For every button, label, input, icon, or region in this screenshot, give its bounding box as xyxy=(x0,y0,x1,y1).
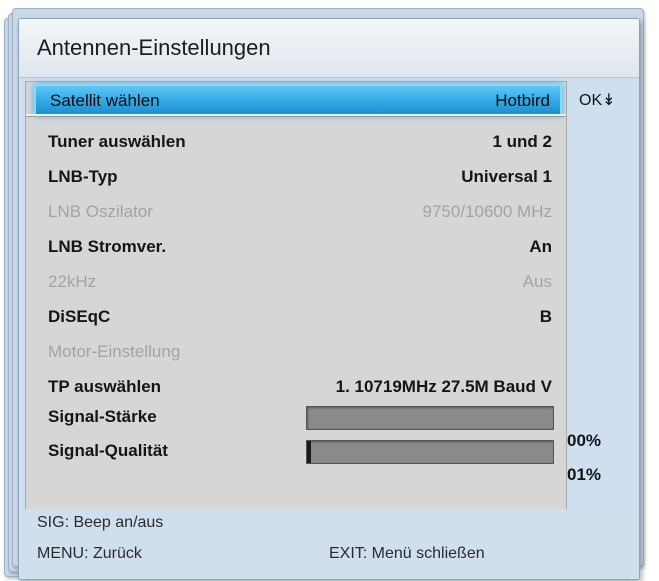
signal-strength-percent: 00% xyxy=(567,431,602,450)
signal-strength-bar xyxy=(306,406,554,430)
signal-quality-fill xyxy=(307,441,312,463)
setting-label: TP auswählen xyxy=(48,377,162,396)
window-title: Antennen-Einstellungen xyxy=(37,35,271,60)
sig-hint: SIG: Beep an/aus xyxy=(37,514,164,531)
setting-value: B xyxy=(539,307,552,326)
ok-hint: OK↡ xyxy=(579,92,616,109)
signal-quality-percent: 01% xyxy=(567,465,602,484)
signal-strength-label: Signal-Stärke xyxy=(48,407,157,426)
setting-row-lnb-type[interactable]: LNB-Typ Universal 1 xyxy=(34,160,562,192)
setting-value: An xyxy=(529,237,552,256)
signal-quality-label: Signal-Qualität xyxy=(48,441,168,460)
setting-label: DiSEqC xyxy=(48,307,111,326)
setting-row-motor: Motor-Einstellung xyxy=(34,335,562,367)
setting-row-22khz: 22kHz Aus xyxy=(34,265,562,297)
setting-value: 9750/10600 MHz xyxy=(422,202,552,221)
exit-close-hint: EXIT: Menü schließen xyxy=(329,545,485,562)
setting-row-transponder[interactable]: TP auswählen 1. 10719MHz 27.5M Baud V xyxy=(34,370,562,402)
setting-value: 1. 10719MHz 27.5M Baud V xyxy=(335,377,552,396)
setting-label: Tuner auswählen xyxy=(48,132,186,151)
setting-label: LNB Stromver. xyxy=(48,237,167,256)
footer-hints: SIG: Beep an/aus MENU: Zurück EXIT: Menü… xyxy=(19,509,639,579)
setting-row-lnb-power[interactable]: LNB Stromver. An xyxy=(34,230,562,262)
setting-label: LNB Oszilator xyxy=(48,202,153,221)
setting-label: 22kHz xyxy=(48,272,97,291)
setting-value: 1 und 2 xyxy=(492,132,552,151)
signal-quality-bar xyxy=(306,440,554,464)
setting-value: Aus xyxy=(522,272,552,291)
setting-row-satellite[interactable]: Satellit wählen Hotbird xyxy=(34,84,562,116)
setting-label: LNB-Typ xyxy=(48,167,118,186)
setting-label: Motor-Einstellung xyxy=(48,342,181,361)
menu-back-hint: MENU: Zurück xyxy=(37,545,142,562)
setting-row-tuner[interactable]: Tuner auswählen 1 und 2 xyxy=(34,125,562,157)
settings-list: Satellit wählen Hotbird Tuner auswählen … xyxy=(25,81,567,511)
antenna-settings-window: Antennen-Einstellungen OK↡ Satellit wähl… xyxy=(18,18,640,580)
setting-value: Hotbird xyxy=(495,91,550,110)
setting-value: Universal 1 xyxy=(461,167,552,186)
setting-label: Satellit wählen xyxy=(50,91,160,110)
setting-row-diseqc[interactable]: DiSEqC B xyxy=(34,300,562,332)
title-bar: Antennen-Einstellungen xyxy=(19,19,639,78)
list-separator xyxy=(26,114,566,117)
setting-row-lnb-oscillator: LNB Oszilator 9750/10600 MHz xyxy=(34,195,562,227)
osd-stage: Antennen-Einstellungen OK↡ Satellit wähl… xyxy=(0,0,659,581)
